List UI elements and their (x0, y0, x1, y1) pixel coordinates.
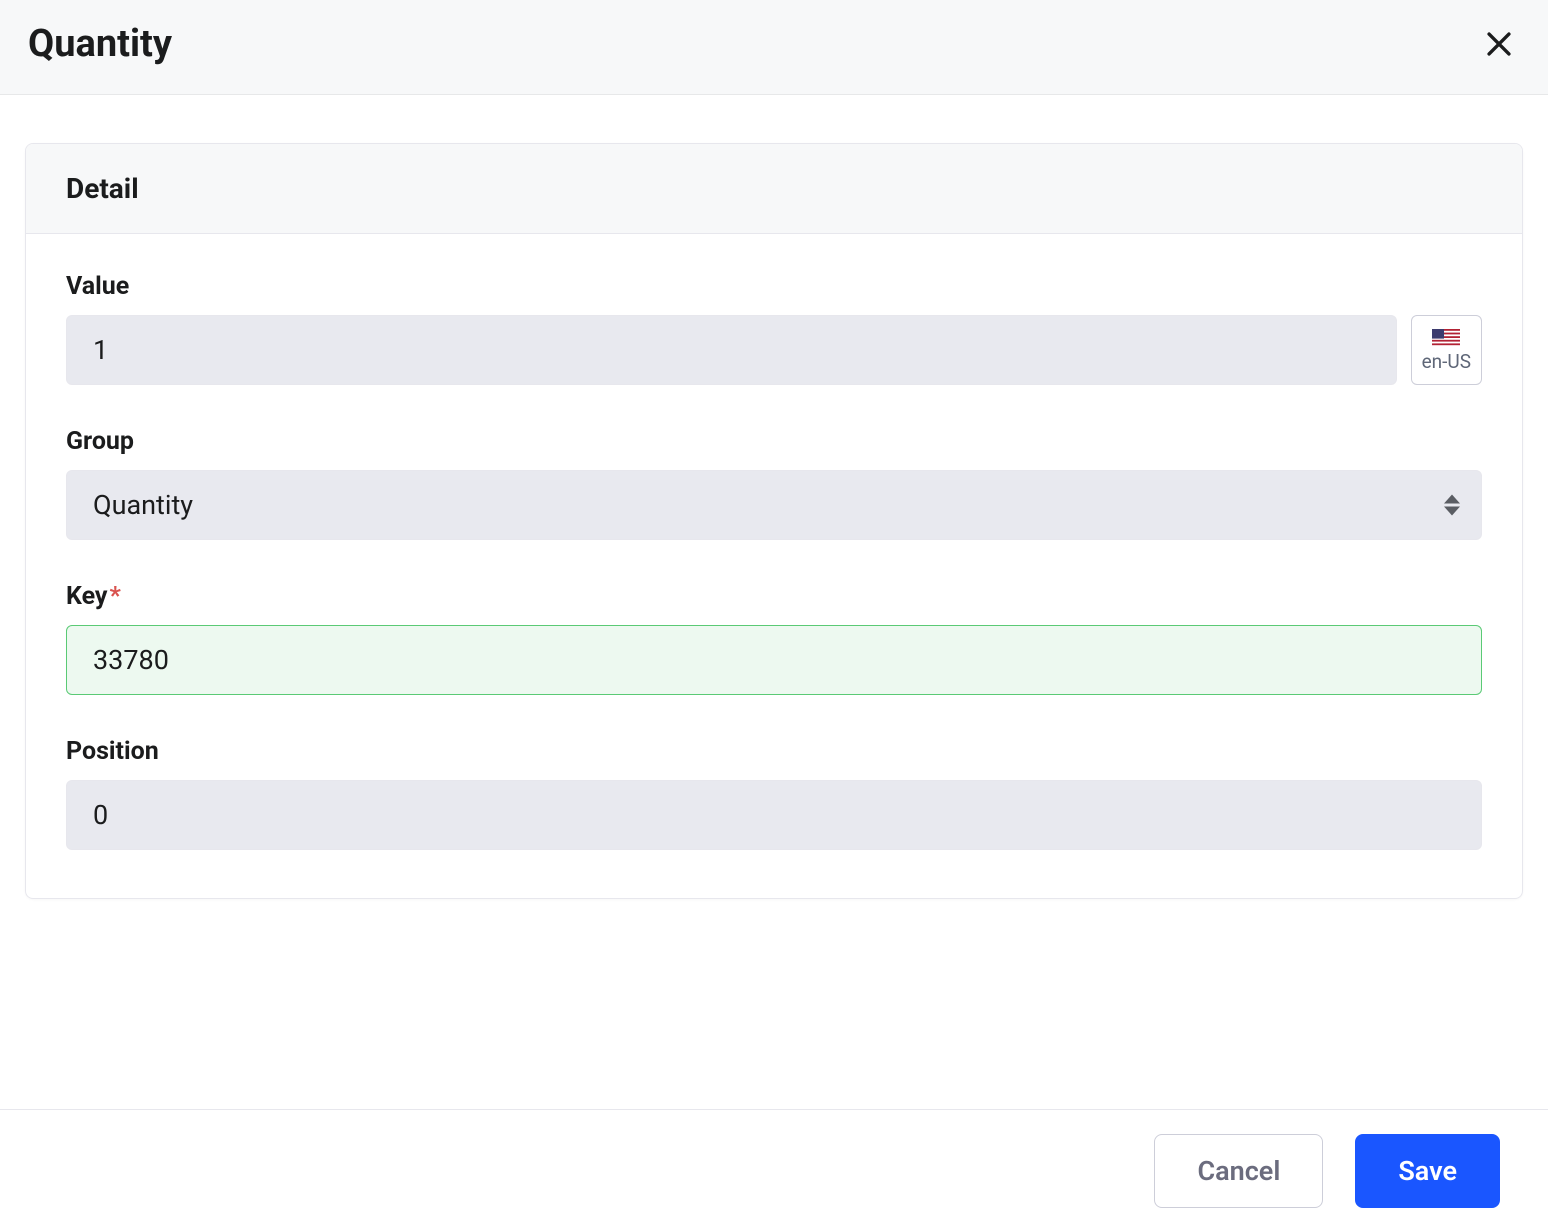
position-group: Position (66, 737, 1482, 850)
value-label: Value (66, 272, 1482, 301)
card-header: Detail (26, 144, 1522, 234)
save-button[interactable]: Save (1355, 1134, 1500, 1208)
card-body: Value en-US (26, 234, 1522, 898)
required-indicator: * (110, 582, 121, 611)
locale-selector[interactable]: en-US (1411, 315, 1482, 385)
key-group: Key* (66, 582, 1482, 695)
detail-card: Detail Value (25, 143, 1523, 899)
position-input[interactable] (66, 780, 1482, 850)
modal-title: Quantity (28, 22, 172, 66)
cancel-button[interactable]: Cancel (1154, 1134, 1323, 1208)
close-icon (1482, 27, 1516, 61)
group-select[interactable]: Quantity (66, 470, 1482, 540)
card-title: Detail (66, 172, 1482, 205)
modal-footer: Cancel Save (0, 1109, 1548, 1232)
close-button[interactable] (1478, 23, 1520, 65)
group-group: Group Quantity (66, 427, 1482, 540)
modal-header: Quantity (0, 0, 1548, 95)
key-label: Key* (66, 582, 1482, 611)
position-label: Position (66, 737, 1482, 766)
locale-text: en-US (1422, 350, 1471, 373)
us-flag-icon (1432, 329, 1460, 347)
value-group: Value en-US (66, 272, 1482, 385)
value-input[interactable] (66, 315, 1397, 385)
modal-content: Detail Value (0, 95, 1548, 899)
key-input[interactable] (66, 625, 1482, 695)
group-label: Group (66, 427, 1482, 456)
